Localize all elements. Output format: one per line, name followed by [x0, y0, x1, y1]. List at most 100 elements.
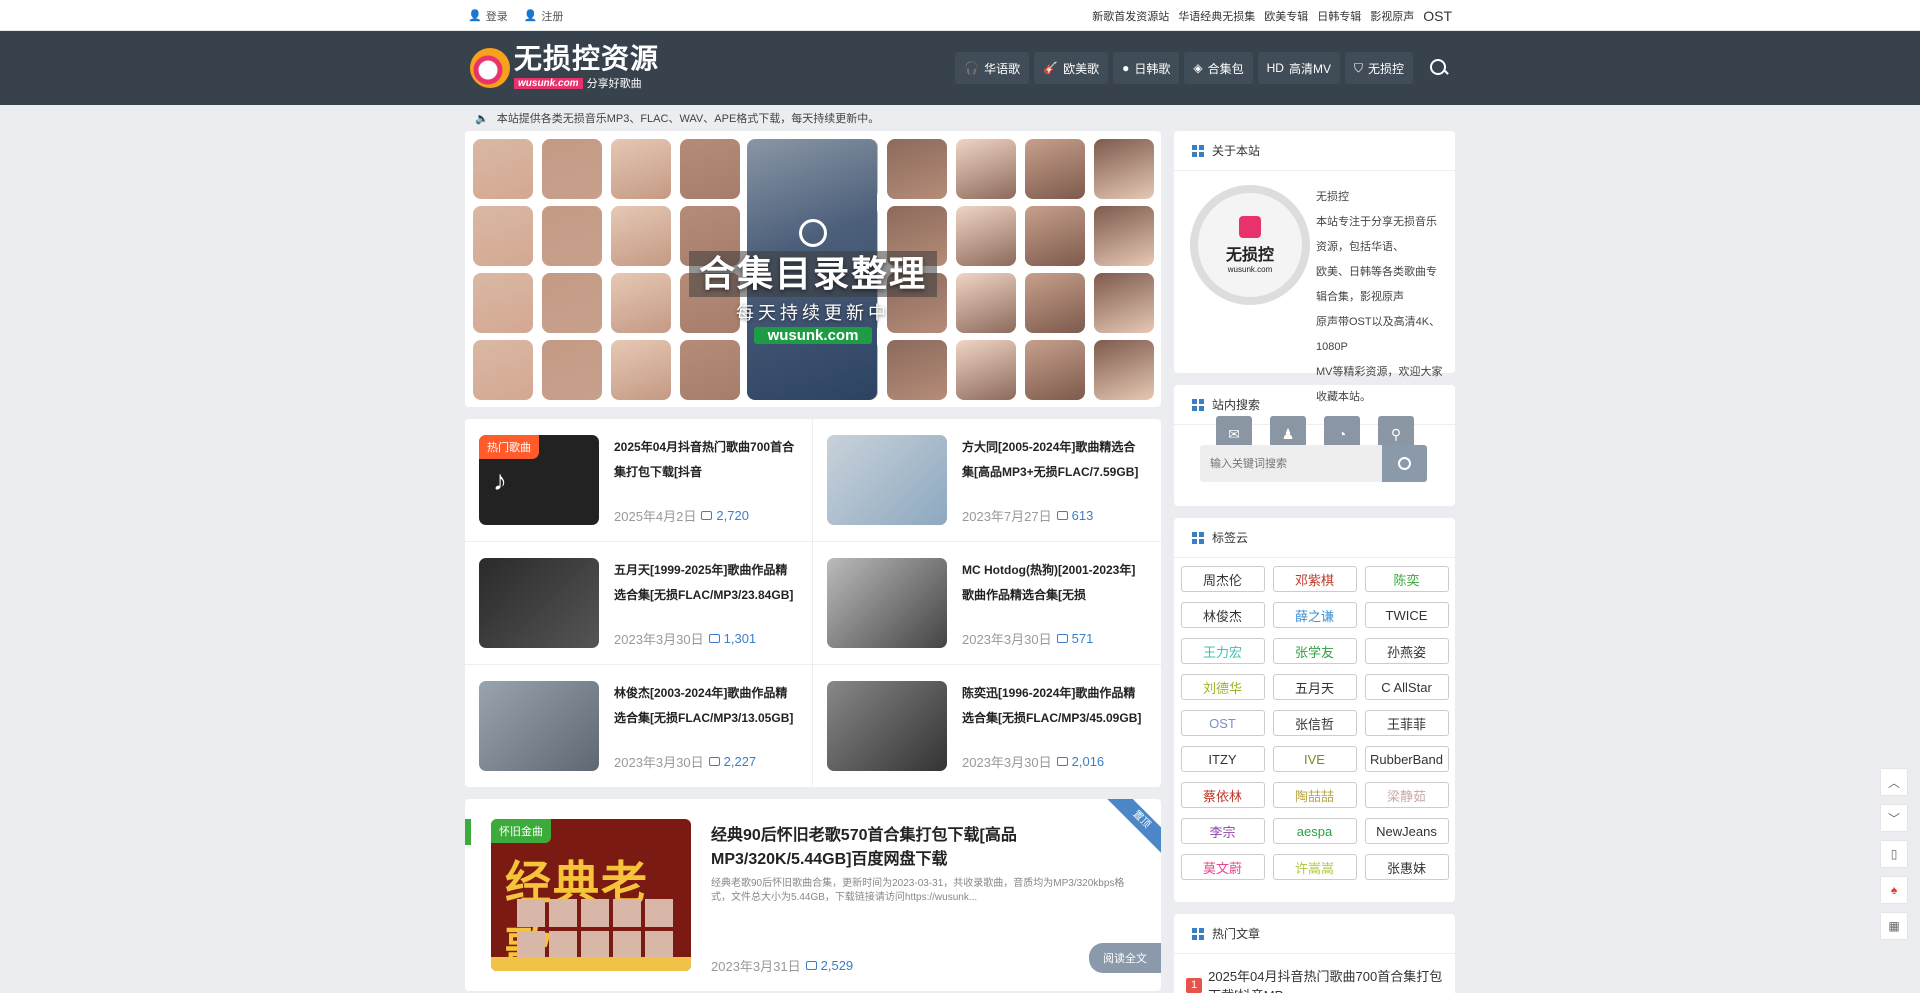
tag-item[interactable]: aespa [1272, 818, 1357, 844]
chevron-up-icon[interactable]: ︿ [1880, 768, 1908, 796]
post-title[interactable]: 方大同[2005-2024年]歌曲精选合集[高品MP3+无损FLAC/7.59G… [962, 435, 1147, 485]
nav-item-western[interactable]: 🎸 欧美歌 [1034, 52, 1109, 84]
featured-thumb-grid [517, 899, 673, 959]
banner-overlay: 合集目录整理 每天持续更新中 wusunk.com [689, 219, 937, 344]
post-title[interactable]: 2025年04月抖音热门歌曲700首合集打包下载[抖音MP3/320K/5.31… [614, 435, 798, 485]
post-card[interactable]: 热门歌曲 ♪ 2025年04月抖音热门歌曲700首合集打包下载[抖音MP3/32… [465, 419, 813, 542]
post-card[interactable]: 林俊杰[2003-2024年]歌曲作品精选合集[无损FLAC/MP3/13.05… [465, 665, 813, 787]
tag-item[interactable]: C AllStar [1364, 674, 1449, 700]
tag-item[interactable]: IVE [1272, 746, 1357, 772]
tag-item[interactable]: 张学友 [1272, 638, 1357, 664]
artist-photo [1094, 340, 1154, 400]
featured-title[interactable]: 经典90后怀旧老歌570首合集打包下载[高品MP3/320K/5.44GB]百度… [711, 821, 1141, 869]
post-comments[interactable]: 613 [1056, 508, 1093, 523]
tag-item[interactable]: 莫文蔚 [1180, 854, 1265, 880]
post-thumbnail[interactable] [827, 558, 947, 648]
tag-item[interactable]: 陈奕 [1364, 566, 1449, 592]
avatar-url: wusunk.com [1227, 265, 1273, 274]
post-thumbnail[interactable] [479, 558, 599, 648]
register-label: 注册 [541, 10, 564, 23]
tag-item[interactable]: 周杰伦 [1180, 566, 1265, 592]
top-link[interactable]: 影视原声 [1370, 8, 1414, 24]
tag-item[interactable]: 刘德华 [1180, 674, 1265, 700]
grid-icon [1192, 927, 1204, 940]
tag-item[interactable]: 王力宏 [1180, 638, 1265, 664]
featured-post[interactable]: 怀旧金曲 经典老歌 经典90后怀旧老歌570首合集打包下载[高品MP3/320K… [465, 799, 1161, 991]
tag-item[interactable]: 王菲菲 [1364, 710, 1449, 736]
post-title[interactable]: MC Hotdog(热狗)[2001-2023年]歌曲作品精选合集[无损 [962, 558, 1147, 608]
guitar-icon: 🎸 [1043, 61, 1059, 75]
banner-logo-icon [799, 219, 827, 247]
post-thumbnail[interactable] [827, 435, 947, 525]
post-thumbnail[interactable]: 热门歌曲 ♪ [479, 435, 599, 525]
tag-item[interactable]: ITZY [1180, 746, 1265, 772]
search-input[interactable] [1200, 445, 1382, 482]
featured-comments[interactable]: 2,529 [805, 958, 854, 973]
top-link[interactable]: 华语经典无损集 [1178, 8, 1255, 24]
post-comments[interactable]: 571 [1056, 631, 1093, 646]
tag-item[interactable]: 薛之谦 [1272, 602, 1357, 628]
tag-item[interactable]: NewJeans [1364, 818, 1449, 844]
tag-item[interactable]: 林俊杰 [1180, 602, 1265, 628]
post-title[interactable]: 林俊杰[2003-2024年]歌曲作品精选合集[无损FLAC/MP3/13.05… [614, 681, 798, 731]
nav-label: 日韩歌 [1134, 61, 1171, 76]
qq-float-icon[interactable]: ♠ [1880, 876, 1908, 904]
site-logo[interactable]: 无损控资源 wusunk.com 分享好歌曲 [470, 45, 659, 91]
post-card[interactable]: 陈奕迅[1996-2024年]歌曲作品精选合集[无损FLAC/MP3/45.09… [813, 665, 1161, 787]
tag-item[interactable]: RubberBand [1364, 746, 1449, 772]
featured-thumbnail[interactable]: 怀旧金曲 经典老歌 [491, 819, 691, 971]
avatar-logo-icon [1239, 216, 1261, 238]
qrcode-icon[interactable]: ▦ [1880, 912, 1908, 940]
tag-item[interactable]: OST [1180, 710, 1265, 736]
tag-item[interactable]: 五月天 [1272, 674, 1357, 700]
top-link[interactable]: 日韩专辑 [1317, 8, 1361, 24]
nav-item-chinese[interactable]: 🎧 华语歌 [955, 52, 1030, 84]
tag-item[interactable]: TWICE [1364, 602, 1449, 628]
post-thumbnail[interactable] [479, 681, 599, 771]
hot-item[interactable]: 1 2025年04月抖音热门歌曲700首合集打包下载[抖音MP... [1174, 954, 1455, 993]
post-title[interactable]: 陈奕迅[1996-2024年]歌曲作品精选合集[无损FLAC/MP3/45.09… [962, 681, 1147, 731]
top-link-ost[interactable]: OST [1423, 8, 1452, 24]
post-comments[interactable]: 2,227 [708, 754, 756, 769]
featured-date: 2023年3月31日 [711, 959, 801, 974]
post-comments[interactable]: 1,301 [708, 631, 756, 646]
tag-item[interactable]: 陶喆喆 [1272, 782, 1357, 808]
top-link[interactable]: 欧美专辑 [1264, 8, 1308, 24]
banner-url: wusunk.com [753, 327, 873, 344]
nav-item-jpkr[interactable]: ● 日韩歌 [1113, 52, 1180, 84]
tag-item[interactable]: 张信哲 [1272, 710, 1357, 736]
read-more-button[interactable]: 阅读全文 [1089, 943, 1161, 973]
comment-count: 2,529 [820, 958, 854, 973]
post-date: 2023年7月27日 [962, 509, 1052, 524]
nav-item-mv[interactable]: HD 高清MV [1257, 52, 1340, 84]
tag-item[interactable]: 邓紫棋 [1272, 566, 1357, 592]
search-icon[interactable] [1428, 57, 1450, 79]
post-thumbnail[interactable] [827, 681, 947, 771]
nav-item-collections[interactable]: ◈ 合集包 [1184, 52, 1253, 84]
comment-icon[interactable]: ▯ [1880, 840, 1908, 868]
login-link[interactable]: 👤 登录 [468, 8, 508, 24]
artist-photo [611, 273, 671, 333]
tag-item[interactable]: 李宗 [1180, 818, 1265, 844]
post-card[interactable]: MC Hotdog(热狗)[2001-2023年]歌曲作品精选合集[无损 202… [813, 542, 1161, 665]
post-card[interactable]: 方大同[2005-2024年]歌曲精选合集[高品MP3+无损FLAC/7.59G… [813, 419, 1161, 542]
nav-item-lossless[interactable]: ⛉ 无损控 [1344, 52, 1413, 84]
post-title[interactable]: 五月天[1999-2025年]歌曲作品精选合集[无损FLAC/MP3/23.84… [614, 558, 798, 608]
post-card[interactable]: 五月天[1999-2025年]歌曲作品精选合集[无损FLAC/MP3/23.84… [465, 542, 813, 665]
chevron-down-icon[interactable]: ﹀ [1880, 804, 1908, 832]
pinned-label: 置顶 [1106, 799, 1161, 855]
top-link[interactable]: 新歌首发资源站 [1092, 8, 1169, 24]
tag-item[interactable]: 梁静茹 [1364, 782, 1449, 808]
logo-title: 无损控资源 [514, 43, 660, 74]
banner[interactable]: 合集目录整理 每天持续更新中 wusunk.com [465, 131, 1161, 407]
post-comments[interactable]: 2,016 [1056, 754, 1104, 769]
post-comments[interactable]: 2,720 [701, 508, 749, 523]
artist-photo [1094, 139, 1154, 199]
tag-item[interactable]: 许嵩嵩 [1272, 854, 1357, 880]
register-link[interactable]: 👤 注册 [524, 8, 564, 24]
search-button[interactable] [1382, 445, 1427, 482]
tag-item[interactable]: 张惠妹 [1364, 854, 1449, 880]
tag-item[interactable]: 孙燕姿 [1364, 638, 1449, 664]
comment-icon [708, 757, 720, 766]
tag-item[interactable]: 蔡依林 [1180, 782, 1265, 808]
